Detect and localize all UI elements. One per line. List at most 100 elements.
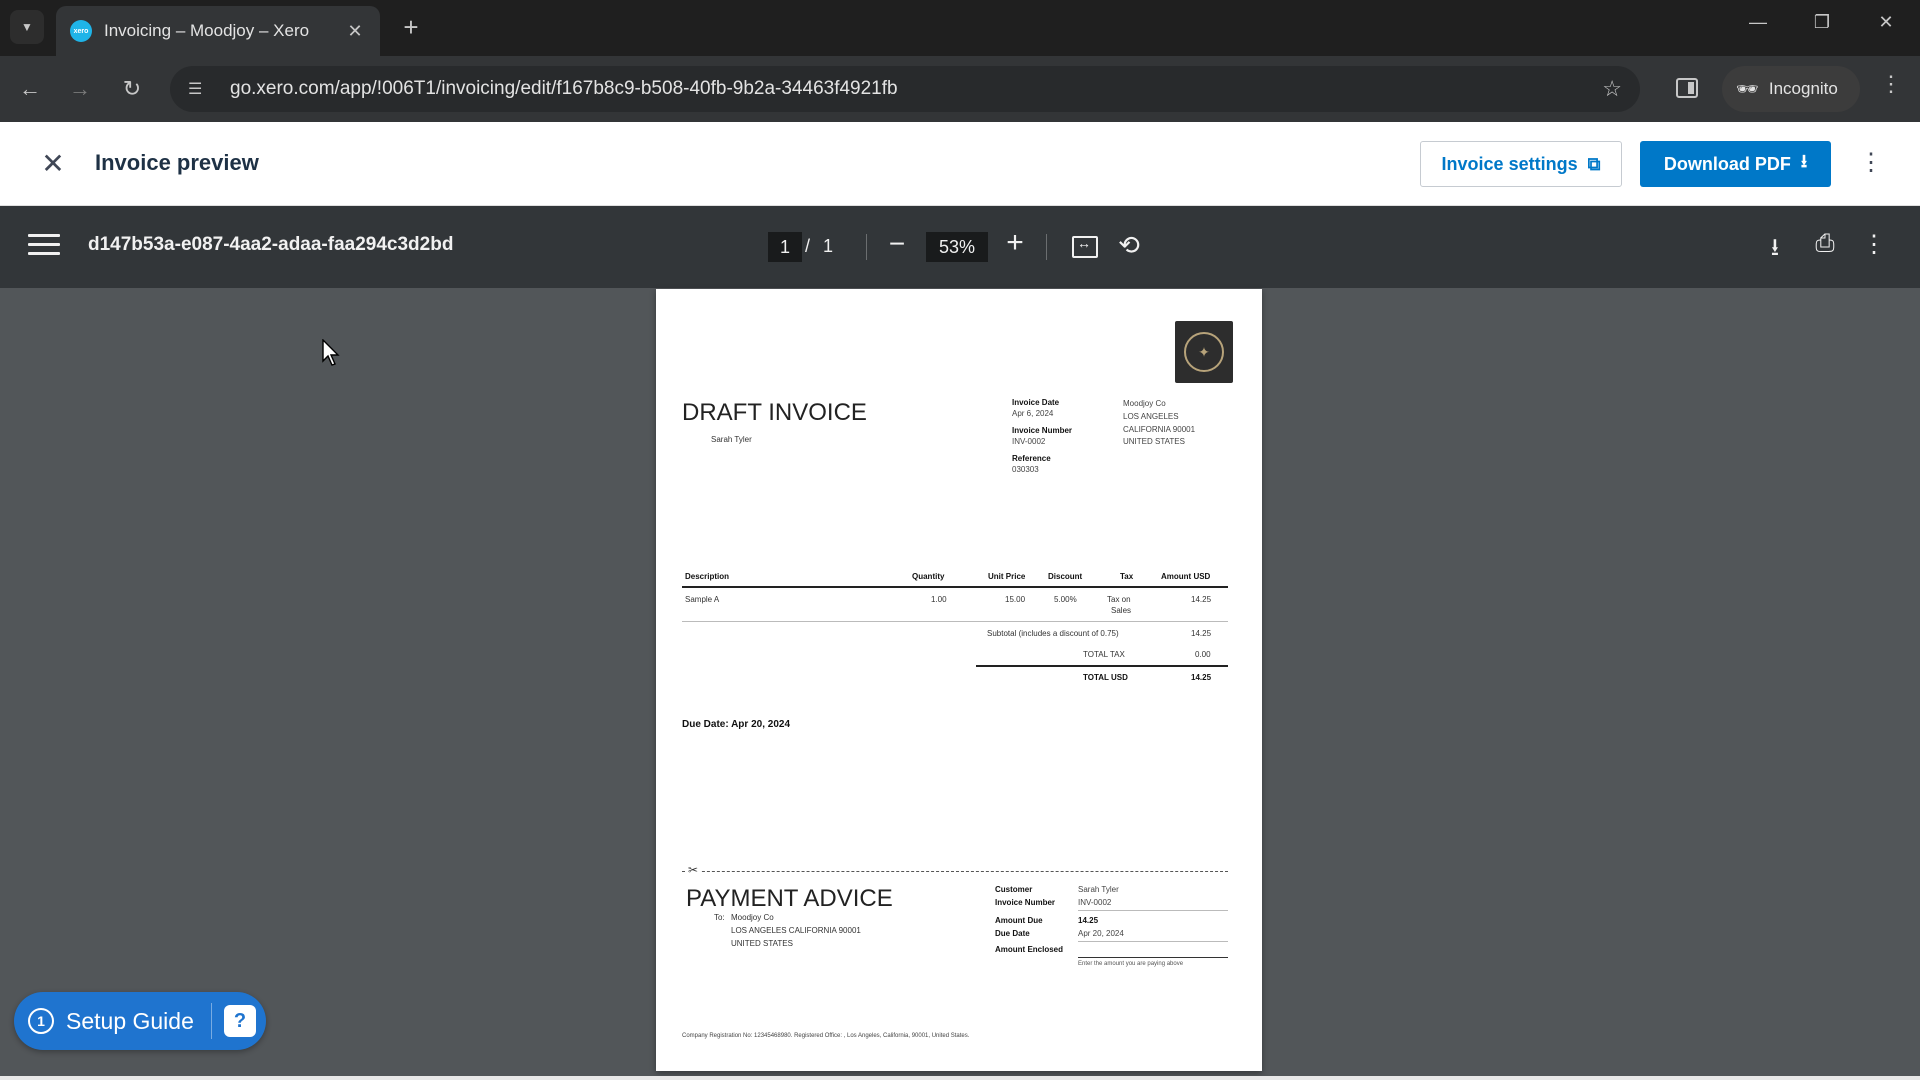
xero-favicon-icon: xero <box>70 20 92 42</box>
cut-line <box>682 871 1228 872</box>
page-separator: / <box>805 236 811 256</box>
pdf-page: ✦ DRAFT INVOICE Sarah Tyler Invoice Date… <box>656 289 1262 1071</box>
pa-invoice-number-value: INV-0002 <box>1078 898 1112 907</box>
pa-invoice-number-label: Invoice Number <box>995 898 1056 907</box>
company-registration-footer: Company Registration No: 12345468980. Re… <box>682 1033 970 1039</box>
toolbar-divider <box>866 234 867 260</box>
tab-list-button[interactable]: ▼ <box>10 10 44 44</box>
setup-guide-count: 1 <box>28 1008 54 1034</box>
bookmark-star-icon[interactable]: ☆ <box>1602 76 1622 102</box>
subtotal-value: 14.25 <box>1191 629 1212 638</box>
total-value: 14.25 <box>1191 673 1212 682</box>
pdf-viewer-toolbar: d147b53a-e087-4aa2-adaa-faa294c3d2bd 1 /… <box>0 206 1920 288</box>
download-pdf-label: Download PDF <box>1663 153 1791 174</box>
browser-menu-icon[interactable]: ⋮ <box>1876 71 1906 97</box>
invoice-settings-label: Invoice settings <box>1441 153 1578 174</box>
incognito-indicator[interactable]: 🕶 Incognito <box>1722 66 1860 112</box>
rotate-icon[interactable]: ⟲ <box>1114 230 1144 261</box>
column-header-discount: Discount <box>1048 572 1083 581</box>
print-icon[interactable]: ⎙ <box>1810 230 1840 258</box>
site-info-icon[interactable]: ☰ <box>188 79 214 99</box>
payment-to-label: To: <box>714 913 725 922</box>
invoice-number-label: Invoice Number <box>1012 426 1073 435</box>
total-rule <box>976 665 1228 667</box>
subtotal-label: Subtotal (includes a discount of 0.75) <box>987 629 1119 638</box>
back-arrow-icon[interactable]: ← <box>12 71 48 107</box>
zoom-in-icon[interactable]: + <box>1000 226 1030 260</box>
column-header-description: Description <box>685 572 730 581</box>
pa-amount-due-label: Amount Due <box>995 916 1043 925</box>
browser-tab[interactable]: xero Invoicing – Moodjoy – Xero ✕ <box>56 6 380 56</box>
due-date: Due Date: Apr 20, 2024 <box>682 719 791 730</box>
tab-close-icon[interactable]: ✕ <box>344 21 366 42</box>
scissors-icon: ✂ <box>686 863 701 877</box>
company-address-line: Moodjoy Co <box>1123 399 1166 408</box>
new-tab-plus-icon[interactable]: + <box>395 12 427 43</box>
total-label: TOTAL USD <box>1083 673 1128 682</box>
pa-customer-value: Sarah Tyler <box>1078 885 1119 894</box>
setup-guide-button[interactable]: 1 Setup Guide ? <box>14 992 266 1050</box>
pa-due-date-label: Due Date <box>995 929 1030 938</box>
url-text[interactable]: go.xero.com/app/!006T1/invoicing/edit/f1… <box>230 78 1602 100</box>
pa-customer-label: Customer <box>995 885 1033 894</box>
payment-advice-title: PAYMENT ADVICE <box>686 885 893 912</box>
pa-amount-enclosed-line <box>1078 957 1228 958</box>
column-header-unit-price: Unit Price <box>988 572 1026 581</box>
help-icon[interactable]: ? <box>224 1005 256 1037</box>
fit-to-page-icon[interactable] <box>1072 235 1098 258</box>
bottom-edge <box>0 1076 1920 1080</box>
restore-icon[interactable]: ❐ <box>1802 12 1842 33</box>
line-item-unit-price: 15.00 <box>1005 595 1026 604</box>
table-row-rule <box>682 621 1228 622</box>
forward-arrow-icon[interactable]: → <box>62 71 98 107</box>
page-title: Invoice preview <box>95 150 259 175</box>
window-close-icon[interactable]: ✕ <box>1866 12 1906 33</box>
external-link-icon: ⧉ <box>1587 153 1601 174</box>
incognito-icon: 🕶 <box>1736 78 1759 99</box>
company-address-line: CALIFORNIA 90001 <box>1123 425 1196 434</box>
column-header-amount: Amount USD <box>1161 572 1211 581</box>
browser-toolbar: ← → ↻ ☰ go.xero.com/app/!006T1/invoicing… <box>0 56 1920 122</box>
toolbar-divider <box>1046 234 1047 260</box>
total-tax-label: TOTAL TAX <box>1083 650 1125 659</box>
company-address-line: LOS ANGELES <box>1123 412 1179 421</box>
payment-to-line: UNITED STATES <box>731 939 793 948</box>
line-item-discount: 5.00% <box>1054 595 1077 604</box>
payment-to-line: LOS ANGELES CALIFORNIA 90001 <box>731 926 861 935</box>
line-item-tax: Sales <box>1111 606 1132 615</box>
invoice-preview-header: ✕ Invoice preview Invoice settings ⧉ Dow… <box>0 122 1920 206</box>
pdf-file-name: d147b53a-e087-4aa2-adaa-faa294c3d2bd <box>88 234 454 255</box>
reference-value: 030303 <box>1012 465 1039 474</box>
page-number-input[interactable]: 1 <box>768 232 802 262</box>
line-item-quantity: 1.00 <box>931 595 947 604</box>
table-header-rule <box>682 586 1228 588</box>
address-bar[interactable]: ☰ go.xero.com/app/!006T1/invoicing/edit/… <box>170 66 1640 112</box>
pdf-more-icon[interactable]: ⋮ <box>1862 230 1886 259</box>
line-item-description: Sample A <box>685 595 720 604</box>
minimize-icon[interactable]: — <box>1738 12 1778 33</box>
invoice-settings-button[interactable]: Invoice settings ⧉ <box>1420 141 1622 187</box>
reload-icon[interactable]: ↻ <box>114 71 150 107</box>
invoice-number-value: INV-0002 <box>1012 437 1046 446</box>
bill-to-name: Sarah Tyler <box>711 435 752 444</box>
more-options-icon[interactable]: ⋮ <box>1856 148 1886 177</box>
reference-label: Reference <box>1012 454 1051 463</box>
side-panel-icon[interactable] <box>1676 78 1698 98</box>
pdf-download-icon[interactable]: ⭳ <box>1760 230 1790 271</box>
invoice-date-value: Apr 6, 2024 <box>1012 409 1054 418</box>
download-pdf-button[interactable]: Download PDF ⭳ <box>1640 141 1831 187</box>
total-tax-value: 0.00 <box>1195 650 1211 659</box>
column-header-quantity: Quantity <box>912 572 945 581</box>
chevron-down-icon: ▼ <box>21 20 33 34</box>
company-logo: ✦ <box>1175 321 1233 383</box>
pa-due-date-value: Apr 20, 2024 <box>1078 929 1124 938</box>
zoom-out-icon[interactable]: − <box>882 228 912 260</box>
line-item-amount: 14.25 <box>1191 595 1212 604</box>
mouse-cursor-icon <box>322 339 340 366</box>
zoom-level-input[interactable]: 53% <box>926 232 988 262</box>
close-preview-icon[interactable]: ✕ <box>36 146 70 180</box>
pa-rule <box>1078 910 1228 911</box>
download-arrow-icon: ⭳ <box>1800 151 1808 171</box>
sidebar-menu-icon[interactable] <box>28 234 60 258</box>
setup-guide-divider <box>211 1003 212 1039</box>
